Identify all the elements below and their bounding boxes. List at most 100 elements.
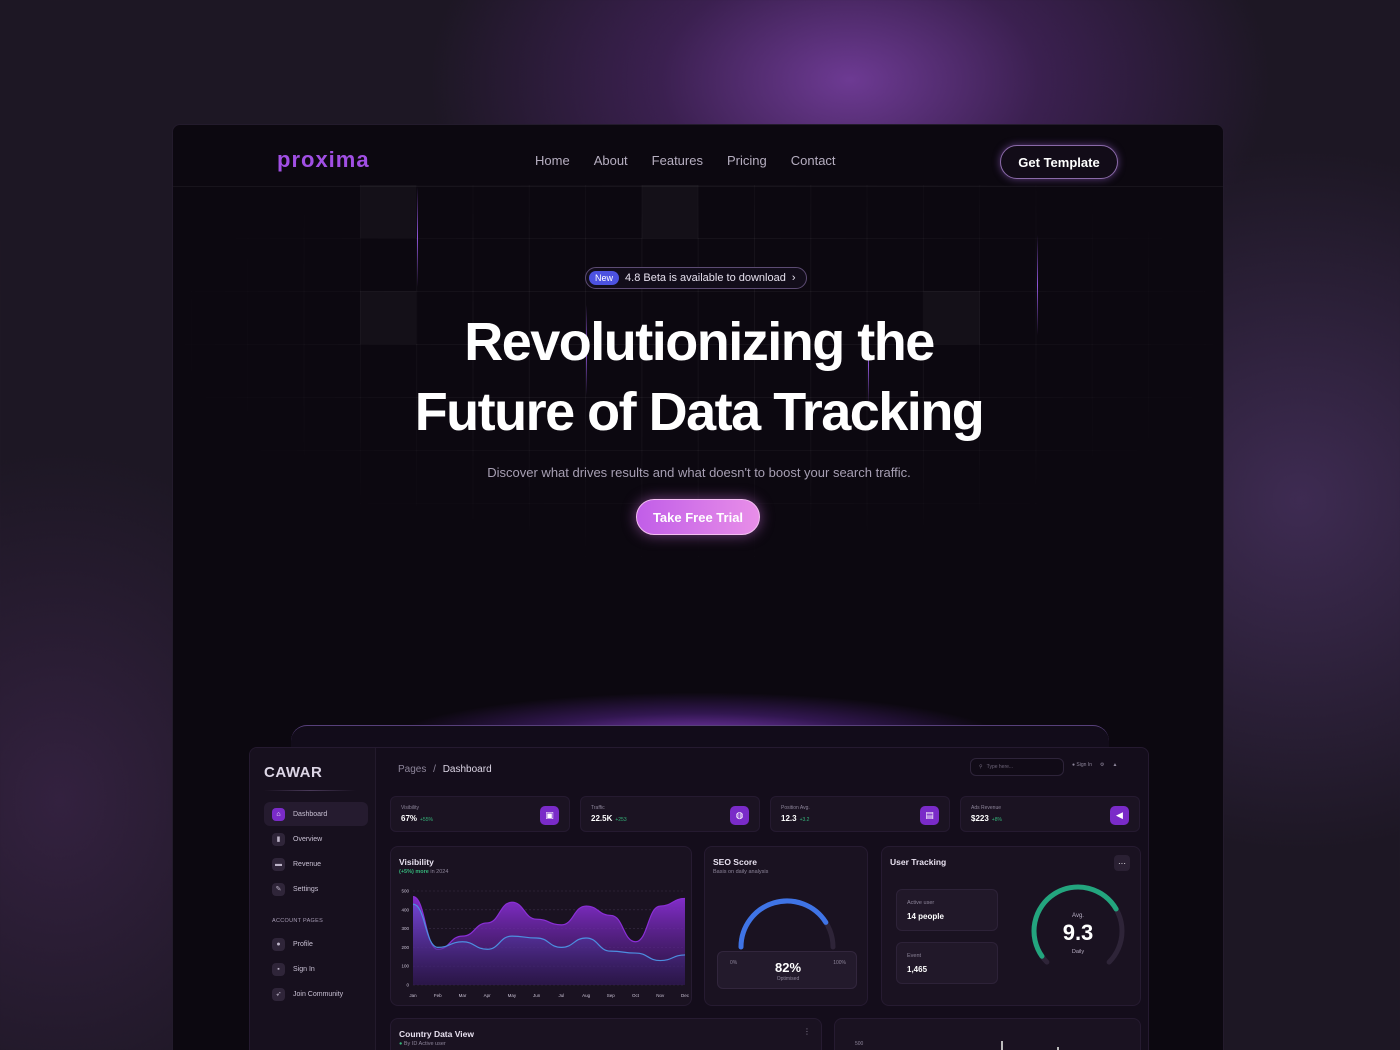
stat-card-visibility: Visibility 67% +55% ▣ xyxy=(390,796,570,832)
bell-icon[interactable]: ▲ xyxy=(1112,762,1117,768)
breadcrumb-separator: / xyxy=(433,764,436,775)
sidebar-item-revenue[interactable]: ▬ Revenue xyxy=(264,852,368,876)
chevron-right-icon: › xyxy=(791,272,796,284)
nav-links: Home About Features Pricing Contact xyxy=(535,153,836,168)
stat-delta: +8% xyxy=(991,817,1002,823)
dashboard-search-input[interactable]: ⚲ Type here... xyxy=(970,758,1064,776)
wallet-icon: ▣ xyxy=(540,806,559,825)
seo-score-card: SEO Score Basis on daily analysis 0% 100… xyxy=(704,846,868,1006)
seo-value: 82% xyxy=(774,960,802,975)
x-tick-label: Aug xyxy=(582,993,591,998)
stat-number: $223 xyxy=(971,814,989,823)
sign-in-label: Sign In xyxy=(1076,762,1092,768)
avg-caption: Daily xyxy=(1071,949,1085,955)
home-icon: ⌂ xyxy=(272,807,285,821)
hero-title-line-1: Revolutionizing the xyxy=(464,312,935,372)
new-badge: New xyxy=(589,271,620,285)
stat-value: 22.5K +253 xyxy=(591,814,627,823)
nav-link-features[interactable]: Features xyxy=(652,153,703,168)
stat-value: $223 +8% xyxy=(971,814,1002,823)
x-tick-label: Jun xyxy=(533,993,541,998)
nav-link-pricing[interactable]: Pricing xyxy=(727,153,767,168)
more-options-button[interactable]: ⋮ xyxy=(803,1027,811,1036)
globe-icon: ◍ xyxy=(730,806,749,825)
sidebar-item-label: Profile xyxy=(293,940,313,948)
user-tracking-card: User Tracking ··· Active user 14 people … xyxy=(881,846,1141,1006)
x-tick-label: Jul xyxy=(558,993,564,998)
visibility-chart-card: Visibility (+5%) more in 2024 500 400 300 2… xyxy=(390,846,692,1006)
card-icon: ▬ xyxy=(272,857,285,871)
hero-title-line-2: Future of Data Tracking xyxy=(414,382,985,442)
sidebar-item-settings[interactable]: ✎ Settings xyxy=(264,877,368,901)
sidebar-item-profile[interactable]: ● Profile xyxy=(264,932,368,956)
bar xyxy=(1001,1041,1003,1050)
hero-subtitle: Discover what drives results and what do… xyxy=(487,465,911,480)
get-template-button[interactable]: Get Template xyxy=(1000,145,1118,179)
sidebar-section-label: ACCOUNT PAGES xyxy=(272,918,324,924)
rocket-icon: ➶ xyxy=(272,987,285,1001)
sign-in-link[interactable]: ● Sign In xyxy=(1072,762,1092,768)
grid-highlight xyxy=(642,185,698,238)
sidebar-item-join-community[interactable]: ➶ Join Community xyxy=(264,982,368,1006)
dashboard-brand: CAWAR xyxy=(264,764,323,781)
bar-chart-card: 500 xyxy=(834,1018,1141,1050)
grid-highlight xyxy=(360,185,416,238)
subtitle-text: By ID Active user xyxy=(403,1041,446,1047)
stat-value: 67% +55% xyxy=(401,814,433,823)
top-navigation: proxima Home About Features Pricing Cont… xyxy=(173,125,1223,187)
sidebar-item-sign-in[interactable]: ▪ Sign In xyxy=(264,957,368,981)
stat-label: Position Avg. xyxy=(781,805,810,811)
x-tick-label: Jan xyxy=(409,993,417,998)
x-tick-label: Dec xyxy=(681,993,690,998)
sidebar-item-label: Dashboard xyxy=(293,810,328,818)
stat-delta: +55% xyxy=(420,817,433,823)
sidebar-item-label: Sign In xyxy=(293,965,315,973)
take-free-trial-button[interactable]: Take Free Trial xyxy=(636,499,760,535)
wrench-icon: ✎ xyxy=(272,882,285,896)
breadcrumb-root[interactable]: Pages xyxy=(398,764,426,775)
dashboard-top-icons: ● Sign In ⚙ ▲ xyxy=(1072,762,1117,768)
stat-card-position-avg: Position Avg. 12.3 +3.2 ▤ xyxy=(770,796,950,832)
seo-value-box: 0% 100% 82% Optimised xyxy=(717,951,857,989)
stat-card-ads-revenue: Ads Revenue $223 +8% ◀ xyxy=(960,796,1140,832)
document-icon: ▪ xyxy=(272,962,285,976)
nav-link-home[interactable]: Home xyxy=(535,153,570,168)
stat-card-traffic: Traffic 22.5K +253 ◍ xyxy=(580,796,760,832)
stat-number: 67% xyxy=(401,814,418,823)
x-tick-label: Feb xyxy=(434,993,442,998)
logo[interactable]: proxima xyxy=(277,147,370,173)
stat-delta: +253 xyxy=(615,817,627,823)
y-tick-label: 100 xyxy=(401,964,409,969)
seo-caption: Optimised xyxy=(776,976,800,982)
x-tick-label: Nov xyxy=(656,993,665,998)
nav-link-contact[interactable]: Contact xyxy=(791,153,836,168)
stat-value: 12.3 +3.2 xyxy=(781,814,809,823)
stat-label: Traffic xyxy=(591,805,605,811)
avg-label: Avg. xyxy=(1072,913,1084,919)
sidebar-item-dashboard[interactable]: ⌂ Dashboard xyxy=(264,802,368,826)
document-icon: ▤ xyxy=(920,806,939,825)
site-preview-frame: proxima Home About Features Pricing Cont… xyxy=(172,124,1224,1050)
gear-icon[interactable]: ⚙ xyxy=(1100,762,1104,768)
y-tick-label: 300 xyxy=(401,926,409,931)
sidebar-item-overview[interactable]: ▮ Overview xyxy=(264,827,368,851)
announcement-text: 4.8 Beta is available to download xyxy=(625,272,786,284)
y-tick-label: 400 xyxy=(401,907,409,912)
nav-link-about[interactable]: About xyxy=(594,153,628,168)
x-tick-label: Oct xyxy=(632,993,640,998)
gauge-track xyxy=(738,898,836,950)
card-title: Country Data View xyxy=(399,1029,474,1039)
user-icon: ● xyxy=(272,937,285,951)
gauge-fill xyxy=(738,898,829,950)
x-tick-label: Mar xyxy=(459,993,467,998)
sidebar-divider xyxy=(264,790,356,791)
stat-delta: +3.2 xyxy=(799,817,810,823)
announcement-pill[interactable]: New 4.8 Beta is available to download › xyxy=(585,267,807,289)
y-axis-label: 500 xyxy=(855,1041,864,1047)
x-tick-label: Apr xyxy=(484,993,492,998)
search-icon: ⚲ xyxy=(979,764,983,770)
dashboard-preview: CAWAR ⌂ Dashboard ▮ Overview ▬ Revenue ✎… xyxy=(249,747,1149,1050)
country-data-card: Country Data View ● By ID Active user ⋮ xyxy=(390,1018,822,1050)
bar-chart-icon: ▮ xyxy=(272,832,285,846)
megaphone-icon: ◀ xyxy=(1110,806,1129,825)
